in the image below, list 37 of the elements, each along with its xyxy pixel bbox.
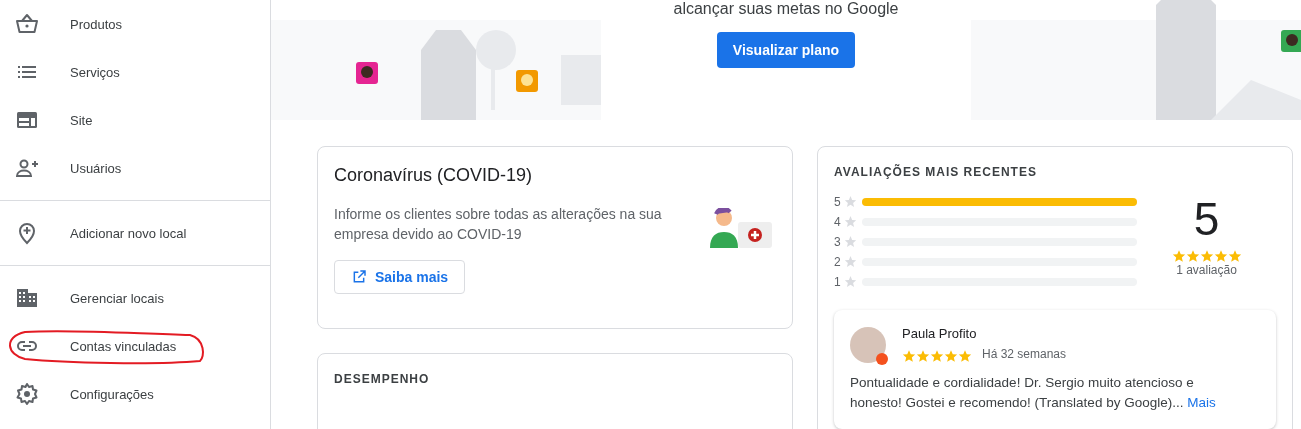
card-title: AVALIAÇÕES MAIS RECENTES (834, 165, 1038, 179)
sidebar-item[interactable]: Site (0, 96, 270, 144)
card-description: Informe os clientes sobre todas as alterações na sua empresa devido ao COVID-19 (334, 205, 663, 244)
card-title: DESEMPENHO (334, 372, 431, 386)
rating-label: 1 (834, 274, 842, 289)
basket-icon (15, 12, 39, 36)
learn-more-button[interactable]: Saiba mais (334, 260, 466, 294)
card-title: Coronavírus (COVID-19) (334, 165, 534, 186)
settings-icon (15, 382, 39, 406)
rating-label: 2 (834, 254, 842, 269)
review-count: 1 avaliação (1176, 263, 1237, 277)
review-time: Há 32 semanas (982, 347, 1067, 361)
sidebar-item[interactable]: Gerenciar locais (0, 274, 270, 322)
star-icon (844, 195, 857, 208)
sidebar-item[interactable]: Serviços (0, 48, 270, 96)
more-link[interactable]: Mais (1187, 395, 1216, 410)
rating-label: 3 (834, 234, 842, 249)
star-icon (844, 255, 857, 268)
rating-label: 4 (834, 214, 842, 229)
sidebar-item[interactable]: Usuários (0, 144, 270, 192)
star-icon (844, 215, 857, 228)
sidebar-item[interactable]: Contas vinculadas (0, 322, 270, 370)
banner-text: alcançar suas metas no Google (673, 0, 899, 18)
rating-label: 5 (834, 194, 842, 209)
local-guide-badge (876, 352, 888, 365)
review-text: Pontualidade e cordialidade! Dr. Sergio muito atencioso e honesto! Gostei e recomendo! (Translated by Google)... Mais (850, 374, 1217, 412)
average-rating: 5 (1193, 193, 1220, 245)
sidebar-item[interactable]: Adicionar novo local (0, 209, 270, 257)
star-icon (844, 235, 857, 248)
open-external-icon (351, 269, 367, 285)
sidebar-item[interactable]: Produtos (0, 0, 270, 48)
sidebar-item[interactable]: Configurações (0, 370, 270, 418)
doctor-illustration-drawing (710, 208, 774, 248)
reviewer-name: Paula Profito (902, 326, 978, 341)
view-plan-button[interactable]: Visualizar plano (716, 32, 856, 68)
star-icon (844, 275, 857, 288)
buildings-icon (15, 286, 39, 310)
